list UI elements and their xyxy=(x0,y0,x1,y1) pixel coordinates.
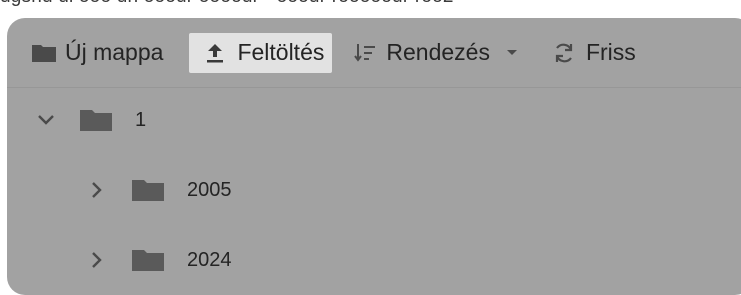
tree-item-2024[interactable]: 2024 xyxy=(91,240,232,280)
sort-button[interactable]: Rendezés xyxy=(346,33,526,73)
new-folder-button[interactable]: Új mappa xyxy=(23,33,171,73)
file-browser-panel: Új mappa Feltöltés Rendezés Friss 1 2005… xyxy=(7,18,741,295)
folder-icon xyxy=(131,248,165,272)
tree-item-label: 2005 xyxy=(187,178,232,201)
tree-item-label: 1 xyxy=(135,108,147,131)
refresh-button[interactable]: Friss xyxy=(544,33,644,73)
chevron-right-icon[interactable] xyxy=(91,181,103,199)
new-folder-label: Új mappa xyxy=(65,39,164,65)
sort-label: Rendezés xyxy=(386,39,490,65)
folder-icon xyxy=(131,178,165,202)
folder-icon xyxy=(79,108,113,132)
tree-item-1[interactable]: 1 xyxy=(37,100,146,140)
upload-button[interactable]: Feltöltés xyxy=(189,32,333,73)
toolbar: Új mappa Feltöltés Rendezés Friss xyxy=(7,18,741,88)
chevron-down-icon[interactable] xyxy=(37,114,55,126)
tree-item-2005[interactable]: 2005 xyxy=(91,170,232,210)
tree-item-label: 2024 xyxy=(187,248,232,271)
folder-icon xyxy=(31,43,57,63)
cropped-header-text: ugsnu ui ooo un ooour oooour - ooour roo… xyxy=(0,0,741,8)
upload-label: Feltöltés xyxy=(237,39,325,65)
upload-icon xyxy=(205,42,225,64)
refresh-label: Friss xyxy=(585,39,636,65)
caret-down-icon xyxy=(506,49,518,57)
sort-icon xyxy=(354,42,376,64)
chevron-right-icon[interactable] xyxy=(91,251,103,269)
refresh-icon xyxy=(552,41,576,65)
